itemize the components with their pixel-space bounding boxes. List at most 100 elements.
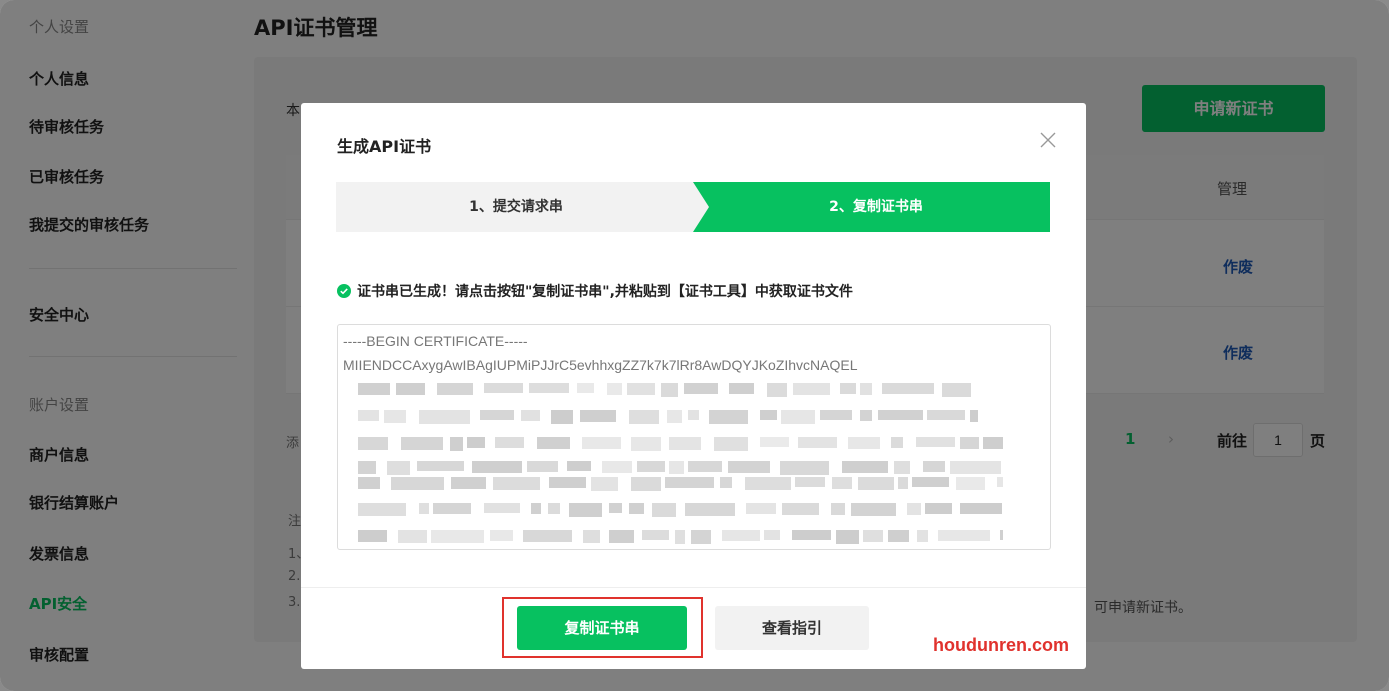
copy-certificate-button[interactable]: 复制证书串 [517,606,687,650]
redacted-block [860,383,872,395]
redacted-block [484,503,520,513]
redacted-block [798,437,837,448]
redacted-block [760,437,789,447]
redacted-block [591,477,618,491]
redacted-block [746,503,776,514]
redacted-block [583,530,600,543]
redacted-block [685,503,735,516]
app-window: 个人设置 个人信息 待审核任务 已审核任务 我提交的审核任务 安全中心 账户设置… [0,0,1389,691]
redacted-block [858,477,894,490]
redacted-block [396,383,425,395]
redacted-block [684,383,718,394]
redacted-block [891,437,903,448]
close-icon[interactable] [1039,131,1057,149]
redacted-block [938,530,990,541]
redacted-block [709,410,748,424]
dialog-title: 生成API证书 [337,137,432,156]
redacted-block [521,410,540,421]
redacted-block [997,477,1003,487]
redacted-block [950,461,1001,474]
redacted-block [669,461,684,474]
redacted-block [956,477,985,490]
redacted-block [916,437,955,447]
redacted-block [419,503,429,514]
redacted-block [433,503,471,514]
redacted-block [358,437,388,450]
redacted-block [894,461,910,474]
redacted-block [484,383,523,393]
step-2-label: 2、复制证书串 [829,199,923,215]
redacted-block [836,530,859,544]
redacted-block [437,383,473,395]
redacted-block [925,503,952,514]
redacted-block [493,477,540,490]
step-1: 1、提交请求串 [336,182,736,232]
redacted-block [602,461,632,473]
redacted-block [567,461,591,471]
redacted-block [580,410,616,422]
redacted-block [531,503,541,514]
redacted-block [607,383,622,395]
redacted-block [419,410,470,424]
redacted-block [691,530,711,544]
redacted-block [792,530,831,540]
redacted-block [490,530,513,541]
redacted-block [629,410,659,424]
redacted-block [781,410,815,424]
redacted-block [551,410,573,424]
redacted-block [665,477,714,488]
redacted-block [667,410,682,423]
redacted-block [960,437,979,449]
redacted-block [523,530,572,542]
redacted-block [907,503,921,515]
redacted-block [782,503,819,515]
redacted-block [831,503,845,515]
redacted-block [569,503,602,517]
redacted-block [728,461,770,473]
redacted-block [480,410,514,420]
redacted-block [627,383,655,395]
redacted-block [495,437,524,448]
redacted-block [780,461,829,475]
certificate-begin-line: -----BEGIN CERTIFICATE----- [343,333,528,349]
redacted-block [688,461,722,472]
redacted-block [417,461,464,471]
redacted-block [842,461,888,473]
redacted-block [722,530,760,541]
redacted-block [688,410,699,420]
redacted-block [832,477,852,489]
certificate-textarea[interactable]: -----BEGIN CERTIFICATE----- MIIENDCCAxyg… [337,324,1051,550]
step-1-label: 1、提交请求串 [469,199,563,215]
redacted-block [387,461,410,475]
redacted-block [820,410,852,420]
redacted-block [631,477,661,491]
redacted-block [450,437,463,451]
redacted-block [970,410,978,422]
redacted-block [549,477,586,488]
redacted-block [942,383,971,397]
view-guide-button[interactable]: 查看指引 [715,606,869,650]
success-message: 证书串已生成！请点击按钮"复制证书串",并粘贴到【证书工具】中获取证书文件 [337,281,853,301]
redacted-block [642,530,669,540]
redacted-block [888,530,909,542]
redacted-block [882,383,934,394]
redacted-block [467,437,485,448]
redacted-block [840,383,856,394]
redacted-block [629,503,644,514]
redacted-block [863,530,883,542]
redacted-block [912,477,949,487]
redacted-block [527,461,558,472]
redacted-block [358,410,379,421]
redacted-block [451,477,486,489]
redacted-block [609,503,622,513]
redacted-block [860,410,872,421]
redacted-block [760,410,777,420]
redacted-block [923,461,945,472]
redacted-block [548,503,560,514]
redacted-block [358,503,406,516]
redacted-block [358,383,390,395]
redacted-block [358,530,387,542]
redacted-block [714,437,748,451]
redacted-block [764,530,780,540]
redacted-block [637,461,665,472]
